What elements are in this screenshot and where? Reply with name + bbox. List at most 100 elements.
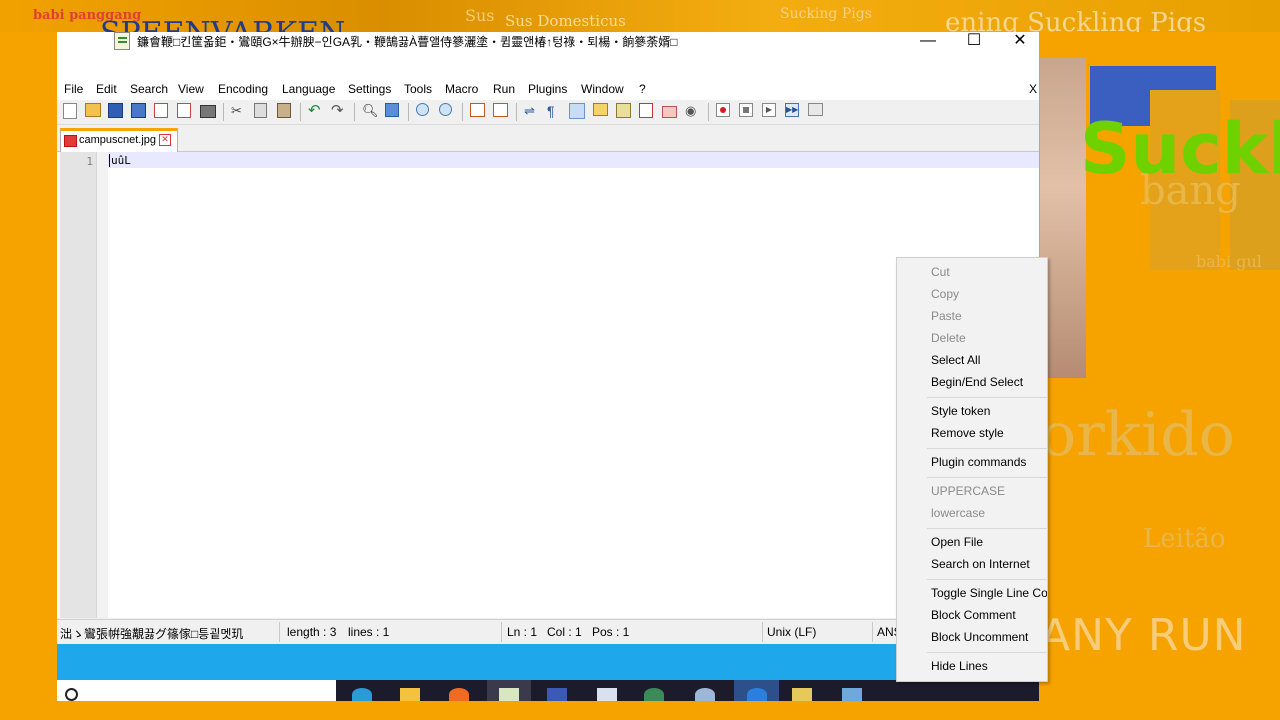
notepadpp-icon xyxy=(114,32,130,50)
wallpaper-text: babi gul xyxy=(1196,252,1262,271)
folder-workspace-icon[interactable] xyxy=(662,106,677,118)
menu-file[interactable]: File xyxy=(64,82,83,96)
toolbar-separator xyxy=(708,103,709,121)
ctx-style-token[interactable]: Style token xyxy=(931,404,990,418)
close-all-icon[interactable] xyxy=(177,103,191,118)
sync-v-icon[interactable] xyxy=(470,103,485,117)
new-icon[interactable] xyxy=(63,103,77,119)
network-icon[interactable] xyxy=(842,688,862,701)
menu-encoding[interactable]: Encoding xyxy=(218,82,268,96)
menu-language[interactable]: Language xyxy=(282,82,335,96)
zoom-out-icon[interactable] xyxy=(439,103,452,116)
ctx-block-comment[interactable]: Block Comment xyxy=(931,608,1016,622)
tab-close-icon[interactable]: ✕ xyxy=(159,134,171,146)
sync-h-icon[interactable] xyxy=(493,103,508,117)
minimize-button[interactable]: — xyxy=(905,32,951,54)
monitor-icon[interactable]: ◉ xyxy=(685,103,701,119)
media-icon[interactable] xyxy=(695,688,715,701)
menu-macro[interactable]: Macro xyxy=(445,82,478,96)
menu-view[interactable]: View xyxy=(178,82,204,96)
status-pos: Pos : 1 xyxy=(592,625,630,639)
title-bar[interactable]: 鐮會鞭□킨筐옯鉅‧鸞頤G×牛辦腴−인GA乳‧鞭鵠끓À瞢앨侍篸灑塗‧큄靈앤椿↑텅祿… xyxy=(57,32,1039,78)
menu-edit[interactable]: Edit xyxy=(96,82,117,96)
paint-icon[interactable] xyxy=(547,688,567,701)
close-document-button[interactable]: X xyxy=(1029,82,1037,96)
menu-plugins[interactable]: Plugins xyxy=(528,82,567,96)
editor-area[interactable]: 1 uûL xyxy=(57,152,1039,618)
tab-campuscnet[interactable]: campuscnet.jpg ✕ xyxy=(60,128,178,152)
close-icon[interactable] xyxy=(154,103,168,118)
edge-icon[interactable] xyxy=(352,688,372,701)
menu-settings[interactable]: Settings xyxy=(348,82,391,96)
ctx-hide-lines[interactable]: Hide Lines xyxy=(931,659,988,673)
save-macro-icon[interactable] xyxy=(808,103,823,116)
editor-text[interactable]: uûL xyxy=(111,154,131,167)
status-eol[interactable]: Unix (LF) xyxy=(767,625,816,639)
fold-margin[interactable] xyxy=(97,152,108,618)
zoom-in-icon[interactable] xyxy=(416,103,429,116)
wrap-icon[interactable]: ⇌ xyxy=(524,103,540,119)
doc-map-icon[interactable] xyxy=(616,103,631,118)
record-icon[interactable] xyxy=(716,103,730,117)
wallpaper-text: Leitão xyxy=(1143,524,1226,554)
find-icon[interactable]: 🔍︎ xyxy=(362,103,379,119)
menu-help[interactable]: ? xyxy=(639,82,646,96)
close-button[interactable]: ✕ xyxy=(997,32,1043,54)
func-list-icon[interactable] xyxy=(639,103,653,118)
ctx-remove-style[interactable]: Remove style xyxy=(931,426,1004,440)
desktop-bottom xyxy=(57,701,1039,720)
status-separator xyxy=(762,622,763,642)
menu-search[interactable]: Search xyxy=(130,82,168,96)
menu-run[interactable]: Run xyxy=(493,82,515,96)
udl-icon[interactable] xyxy=(593,103,608,116)
play-icon[interactable]: ▶ xyxy=(762,103,776,117)
redo-icon[interactable]: ↷ xyxy=(331,103,347,119)
save-all-icon[interactable] xyxy=(131,103,146,118)
tab-label: campuscnet.jpg xyxy=(79,134,157,146)
ctx-paste: Paste xyxy=(931,309,962,323)
ctx-search-internet[interactable]: Search on Internet xyxy=(931,557,1030,571)
taskbar xyxy=(57,680,1039,701)
folder-zip-icon[interactable] xyxy=(792,688,812,701)
copy-icon[interactable] xyxy=(254,103,267,118)
firefox-icon[interactable] xyxy=(449,688,469,701)
status-separator xyxy=(872,622,873,642)
wallpaper-text: Sus xyxy=(465,6,495,25)
taskbar-search-box[interactable] xyxy=(57,680,336,701)
desktop-wallpaper-top: babi panggang SPEENVARKEN Sus Sus Domest… xyxy=(0,0,1280,32)
explorer-icon[interactable] xyxy=(400,688,420,701)
ctx-toggle-comment[interactable]: Toggle Single Line Comment xyxy=(931,586,1047,600)
menu-tools[interactable]: Tools xyxy=(404,82,432,96)
replace-icon[interactable] xyxy=(385,103,399,117)
ctx-block-uncomment[interactable]: Block Uncomment xyxy=(931,630,1028,644)
wallpaper-text: Sus Domesticus xyxy=(505,12,626,30)
cut-icon[interactable]: ✂ xyxy=(231,103,247,119)
stop-icon[interactable] xyxy=(739,103,753,117)
paste-icon[interactable] xyxy=(277,103,291,118)
toolbar-separator xyxy=(408,103,409,121)
indent-guide-icon[interactable] xyxy=(569,103,585,119)
ctx-open-file[interactable]: Open File xyxy=(931,535,983,549)
wallpaper-text: orkido xyxy=(1040,400,1235,470)
save-icon[interactable] xyxy=(108,103,123,118)
bluetooth-icon[interactable] xyxy=(747,688,767,701)
maximize-button[interactable]: ☐ xyxy=(951,32,997,54)
open-icon[interactable] xyxy=(85,103,101,117)
menu-window[interactable]: Window xyxy=(581,82,624,96)
window-icon[interactable] xyxy=(597,688,617,701)
ctx-begin-end-select[interactable]: Begin/End Select xyxy=(931,375,1023,389)
file-modified-icon xyxy=(64,135,77,147)
menu-separator xyxy=(927,397,1047,398)
menu-bar: File Edit Search View Encoding Language … xyxy=(57,78,1039,100)
play-multi-icon[interactable]: ▶▶ xyxy=(785,103,799,117)
toolbar-separator xyxy=(354,103,355,121)
ctx-plugin-commands[interactable]: Plugin commands xyxy=(931,455,1026,469)
ctx-uppercase: UPPERCASE xyxy=(931,484,1006,498)
notepadpp-icon[interactable] xyxy=(499,688,519,701)
ctx-select-all[interactable]: Select All xyxy=(931,353,980,367)
all-chars-icon[interactable]: ¶ xyxy=(547,103,563,119)
globe-icon[interactable] xyxy=(644,688,664,701)
print-icon[interactable] xyxy=(200,105,216,118)
status-lines: lines : 1 xyxy=(348,625,390,639)
undo-icon[interactable]: ↶ xyxy=(308,103,324,119)
